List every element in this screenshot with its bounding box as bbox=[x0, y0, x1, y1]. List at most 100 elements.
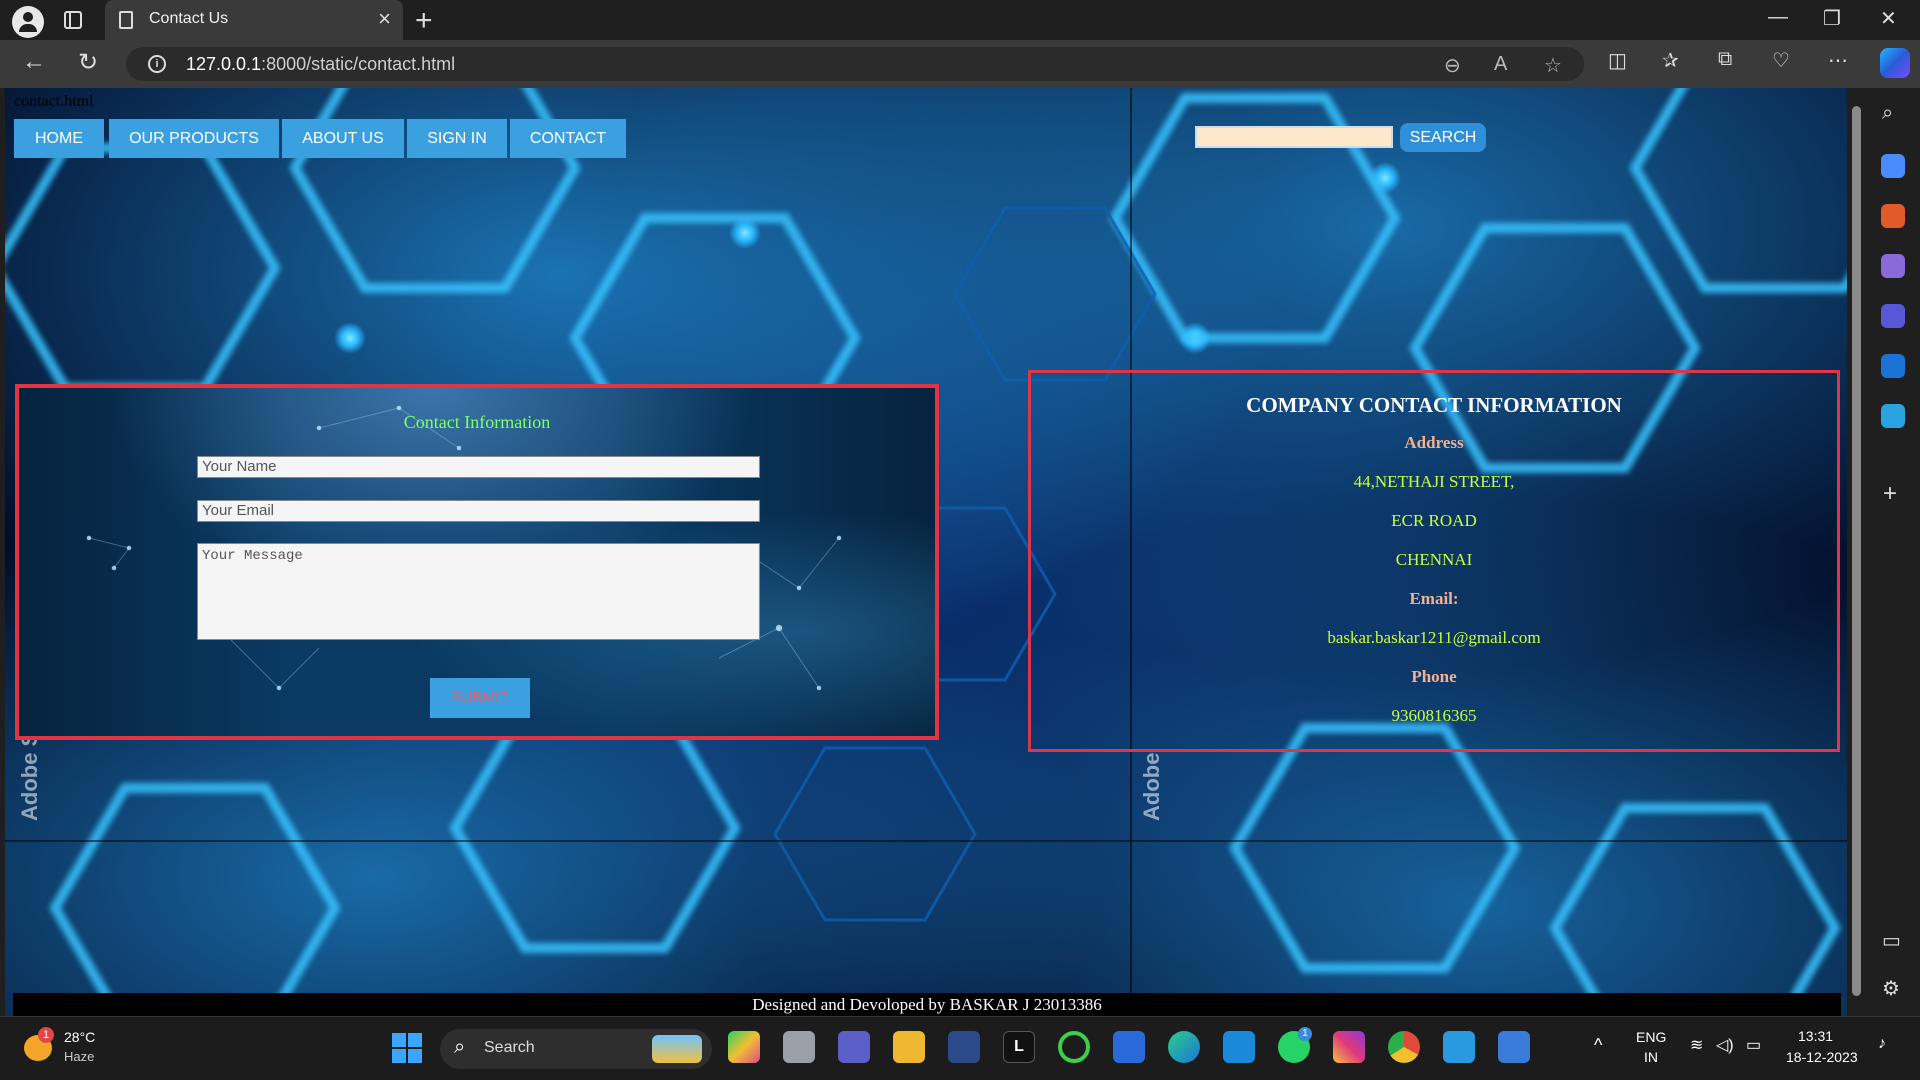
search-button[interactable]: SEARCH bbox=[1400, 123, 1486, 152]
chevron-up-icon[interactable]: ^ bbox=[1594, 1035, 1602, 1056]
page-icon bbox=[119, 11, 133, 29]
company-info-panel: COMPANY CONTACT INFORMATION Address 44,N… bbox=[1028, 370, 1840, 752]
sidebar-toggle-icon[interactable]: ▭ bbox=[1882, 928, 1901, 953]
tab-actions-icon[interactable] bbox=[64, 11, 82, 29]
zoom-out-icon[interactable]: ⊖ bbox=[1444, 53, 1461, 78]
outlook-icon[interactable] bbox=[1881, 354, 1905, 378]
clock-time[interactable]: 13:31 bbox=[1798, 1028, 1833, 1044]
email-value: baskar.baskar1211@gmail.com bbox=[1327, 628, 1541, 647]
split-screen-icon[interactable]: ◫ bbox=[1608, 48, 1627, 73]
battery-icon[interactable]: ▭ bbox=[1746, 1035, 1761, 1055]
volume-icon[interactable]: ◁) bbox=[1716, 1035, 1734, 1055]
search-input[interactable] bbox=[1195, 126, 1393, 148]
arc-app-icon[interactable] bbox=[948, 1031, 980, 1063]
add-icon[interactable]: + bbox=[1883, 480, 1897, 508]
language-region[interactable]: IN bbox=[1644, 1049, 1658, 1065]
taskbar-search[interactable]: ⌕ Search bbox=[440, 1029, 712, 1069]
favorites-icon[interactable]: ✰ bbox=[1662, 48, 1679, 73]
settings-gear-icon[interactable]: ⚙ bbox=[1882, 976, 1900, 1001]
tools-icon[interactable] bbox=[1881, 204, 1905, 228]
page-viewport: Adobe S Adobe contact.html HOME OUR PROD… bbox=[5, 88, 1847, 1016]
nav-home[interactable]: HOME bbox=[14, 119, 104, 158]
url-text[interactable]: 127.0.0.1:8000/static/contact.html bbox=[186, 54, 455, 75]
address-line: CHENNAI bbox=[1395, 550, 1473, 569]
name-input[interactable]: Your Name bbox=[197, 456, 760, 478]
minimize-icon[interactable]: — bbox=[1768, 6, 1788, 29]
sync-app-icon[interactable] bbox=[1058, 1031, 1090, 1063]
nav-our-products[interactable]: OUR PRODUCTS bbox=[109, 119, 279, 158]
image-seam bbox=[5, 840, 1847, 842]
address-line: ECR ROAD bbox=[1391, 511, 1477, 530]
teams-icon[interactable] bbox=[838, 1031, 870, 1063]
l-app-icon[interactable]: L bbox=[1003, 1031, 1035, 1063]
email-label: Email: bbox=[1409, 589, 1459, 608]
watermark-text: Adobe bbox=[1139, 752, 1164, 821]
drop-icon[interactable] bbox=[1881, 404, 1905, 428]
browser-toolbar: ← ↻ i 127.0.0.1:8000/static/contact.html… bbox=[0, 40, 1920, 88]
whatsapp-badge: 1 bbox=[1298, 1027, 1312, 1041]
taskbar-search-label: Search bbox=[484, 1039, 535, 1056]
games-icon[interactable] bbox=[1881, 254, 1905, 278]
vscode-icon[interactable] bbox=[1223, 1031, 1255, 1063]
clock-date[interactable]: 18-12-2023 bbox=[1786, 1049, 1858, 1065]
close-tab-icon[interactable]: × bbox=[378, 6, 391, 32]
search-icon: ⌕ bbox=[454, 1036, 466, 1058]
search-highlight-icon bbox=[652, 1035, 702, 1063]
microsoft-store-icon[interactable] bbox=[1113, 1031, 1145, 1063]
browser-tab-bar: Contact Us × + — ❐ ✕ bbox=[0, 0, 1920, 40]
file-explorer-icon[interactable] bbox=[893, 1031, 925, 1063]
weather-temp[interactable]: 28°C bbox=[64, 1029, 95, 1045]
browser-tab[interactable]: Contact Us × bbox=[105, 0, 403, 40]
message-textarea[interactable]: Your Message bbox=[197, 543, 760, 640]
page-scrollbar[interactable] bbox=[1847, 88, 1866, 1016]
close-window-icon[interactable]: ✕ bbox=[1880, 6, 1897, 31]
new-tab-icon[interactable]: + bbox=[415, 4, 433, 38]
widgets-app-icon[interactable] bbox=[728, 1031, 760, 1063]
address-label: Address bbox=[1404, 433, 1464, 452]
address-line: 44,NETHAJI STREET, bbox=[1353, 472, 1515, 491]
shopping-icon[interactable] bbox=[1881, 154, 1905, 178]
submit-button[interactable]: SUBMIT bbox=[430, 678, 530, 718]
edge-sidebar: ⌕ + ▭ ⚙ bbox=[1866, 88, 1920, 1016]
edge-icon[interactable] bbox=[1168, 1031, 1200, 1063]
refresh-icon[interactable]: ↻ bbox=[78, 48, 98, 77]
weather-desc[interactable]: Haze bbox=[64, 1049, 94, 1064]
notification-bell-icon[interactable]: ♪ bbox=[1878, 1035, 1886, 1053]
copilot-icon[interactable] bbox=[1880, 48, 1910, 78]
instagram-icon[interactable] bbox=[1333, 1031, 1365, 1063]
microsoft-365-icon[interactable] bbox=[1881, 304, 1905, 328]
scroll-thumb[interactable] bbox=[1852, 106, 1861, 996]
collections-icon[interactable]: ⧉ bbox=[1718, 48, 1732, 71]
browser-essentials-icon[interactable]: ♡ bbox=[1772, 48, 1790, 73]
language-indicator[interactable]: ENG bbox=[1636, 1029, 1666, 1045]
chrome-icon[interactable] bbox=[1388, 1031, 1420, 1063]
nav-sign-in[interactable]: SIGN IN bbox=[407, 119, 507, 158]
page-footer: Designed and Devoloped by BASKAR J 23013… bbox=[13, 993, 1841, 1016]
email-input[interactable]: Your Email bbox=[197, 500, 760, 522]
phone-value: 9360816365 bbox=[1391, 706, 1477, 725]
site-info-icon[interactable]: i bbox=[148, 55, 166, 73]
wifi-icon[interactable]: ≋ bbox=[1690, 1035, 1703, 1055]
weather-badge: 1 bbox=[38, 1027, 54, 1043]
phone-label: Phone bbox=[1411, 667, 1457, 686]
notepad-icon[interactable] bbox=[1443, 1031, 1475, 1063]
restore-icon[interactable]: ❐ bbox=[1823, 6, 1841, 31]
start-icon[interactable] bbox=[392, 1033, 422, 1063]
company-heading: COMPANY CONTACT INFORMATION bbox=[1246, 393, 1622, 417]
filename-label: contact.html bbox=[14, 93, 94, 110]
nav-about-us[interactable]: ABOUT US bbox=[282, 119, 404, 158]
windows-taskbar: 1 28°C Haze ⌕ Search L 1 ^ ENG IN ≋ ◁) ▭… bbox=[0, 1016, 1920, 1080]
favorite-star-icon[interactable]: ☆ bbox=[1544, 53, 1562, 78]
search-icon[interactable]: ⌕ bbox=[1882, 102, 1893, 125]
nav-contact[interactable]: CONTACT bbox=[510, 119, 626, 158]
contact-form-panel: Contact Information Your Name Your Email… bbox=[15, 384, 939, 740]
tab-title: Contact Us bbox=[149, 10, 229, 27]
read-aloud-icon[interactable]: A bbox=[1494, 53, 1507, 76]
task-view-icon[interactable] bbox=[783, 1031, 815, 1063]
address-bar[interactable]: i 127.0.0.1:8000/static/contact.html ⊖ A… bbox=[126, 47, 1584, 81]
profile-icon[interactable] bbox=[12, 6, 44, 38]
photos-icon[interactable] bbox=[1498, 1031, 1530, 1063]
back-icon[interactable]: ← bbox=[22, 48, 46, 76]
watermark-text: Adobe S bbox=[17, 731, 42, 821]
more-menu-icon[interactable]: ⋯ bbox=[1828, 48, 1848, 73]
